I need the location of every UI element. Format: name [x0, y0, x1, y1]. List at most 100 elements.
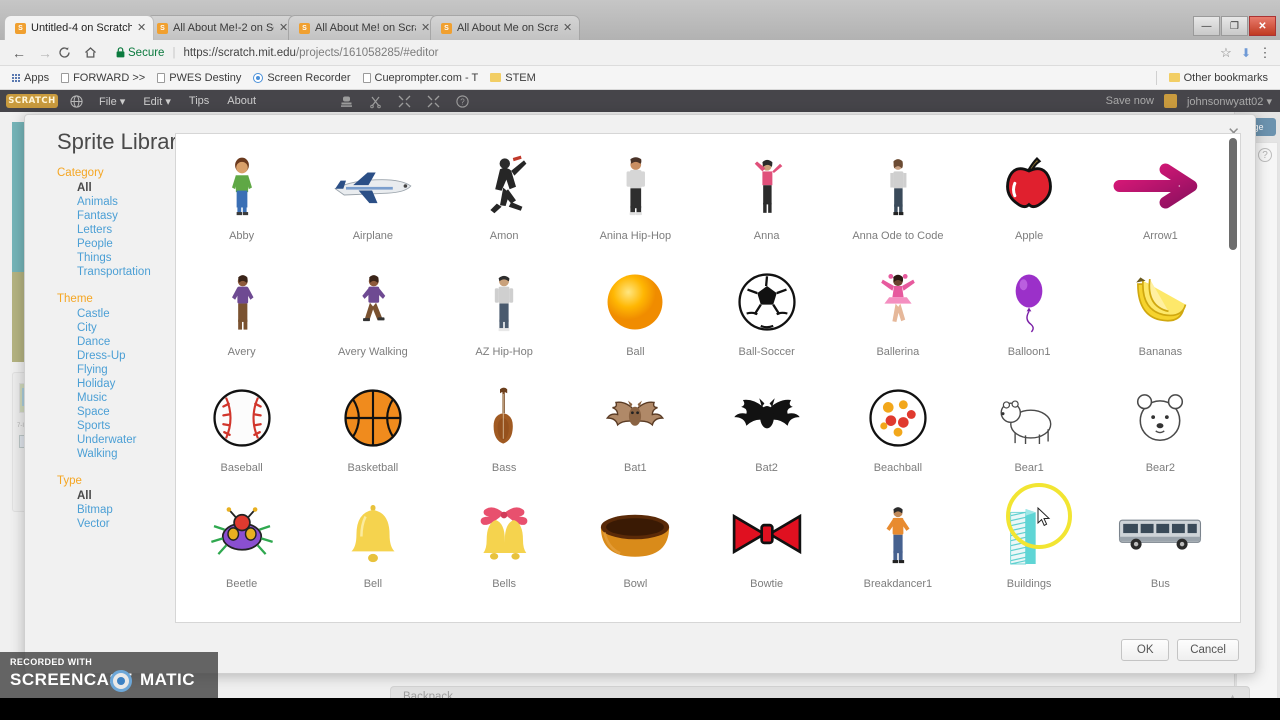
browser-tab-3[interactable]: S All About Me on Scratch ✕ — [430, 15, 580, 40]
sprite-thumbnail-avery-icon — [176, 260, 307, 344]
sprite-item-bowl[interactable]: Bowl — [570, 488, 701, 604]
sprite-item-bear2[interactable]: Bear2 — [1095, 372, 1226, 488]
minimize-icon: — — [1201, 20, 1212, 32]
ok-button[interactable]: OK — [1121, 639, 1170, 661]
sprite-item-bass[interactable]: Bass — [439, 372, 570, 488]
browser-tab-2[interactable]: SAll About Me! on Scratch✕ — [288, 15, 438, 40]
scrollbar-track[interactable] — [1228, 138, 1238, 618]
sprite-item-anna[interactable]: Anna — [701, 140, 832, 256]
bookmark-pwes-destiny[interactable]: PWES Destiny — [151, 70, 247, 86]
sprite-item[interactable] — [832, 604, 963, 622]
sprite-item-bus[interactable]: Bus — [1095, 488, 1226, 604]
back-button[interactable]: ← — [6, 45, 32, 61]
sprite-name-label: Anna Ode to Code — [852, 230, 944, 242]
bookmark-forward[interactable]: FORWARD >> — [55, 70, 151, 86]
sprite-item-anna-ode-to-code[interactable]: Anna Ode to Code — [832, 140, 963, 256]
save-now-button[interactable]: Save now — [1106, 95, 1154, 107]
menu-about[interactable]: About — [227, 95, 256, 108]
menu-file[interactable]: File ▾ — [99, 95, 125, 108]
sprite-item[interactable] — [307, 604, 438, 622]
sprite-item-az-hip-hop[interactable]: AZ Hip-Hop — [439, 256, 570, 372]
sprite-thumbnail-row5-d-icon — [570, 608, 701, 622]
tab-close-icon[interactable]: ✕ — [563, 22, 573, 34]
sprite-item-amon[interactable]: Amon — [439, 140, 570, 256]
sprite-item[interactable] — [964, 604, 1095, 622]
sprite-item-bear1[interactable]: Bear1 — [964, 372, 1095, 488]
sprite-item-bananas[interactable]: Bananas — [1095, 256, 1226, 372]
sprite-item-bat2[interactable]: Bat2 — [701, 372, 832, 488]
menu-tips[interactable]: Tips — [189, 95, 209, 108]
apps-grid-icon — [12, 73, 20, 82]
sprite-item-buildings[interactable]: Buildings — [964, 488, 1095, 604]
tab-close-icon[interactable]: ✕ — [137, 22, 147, 34]
browser-tab-0[interactable]: S Untitled-4 on Scratch ✕ — [4, 15, 154, 40]
sprite-item-ball-soccer[interactable]: Ball-Soccer — [701, 256, 832, 372]
sprite-thumbnail-row5-c-icon — [439, 608, 570, 622]
sprite-item-bell[interactable]: Bell — [307, 488, 438, 604]
reload-button[interactable] — [58, 46, 84, 59]
sprite-item-bells[interactable]: Bells — [439, 488, 570, 604]
sprite-name-label: Bus — [1150, 578, 1170, 590]
sprite-item-bat1[interactable]: Bat1 — [570, 372, 701, 488]
sprite-item[interactable] — [701, 604, 832, 622]
grow-icon[interactable] — [398, 95, 411, 108]
sprite-item-apple[interactable]: Apple — [964, 140, 1095, 256]
forward-button[interactable]: → — [32, 45, 58, 61]
sprite-item-bowtie[interactable]: Bowtie — [701, 488, 832, 604]
sprite-item-beachball[interactable]: Beachball — [832, 372, 963, 488]
bookmark-apps[interactable]: Apps — [6, 70, 55, 86]
sprite-item[interactable] — [570, 604, 701, 622]
maximize-button[interactable]: ❐ — [1221, 16, 1248, 36]
browser-tab-1[interactable]: SAll About Me!-2 on Scrat✕ — [146, 15, 296, 40]
sprite-item[interactable] — [439, 604, 570, 622]
bookmark-star-button[interactable]: ☆ — [1216, 45, 1236, 61]
sprite-thumbnail-arrow1-icon — [1095, 144, 1226, 228]
sprite-item-abby[interactable]: Abby — [176, 140, 307, 256]
sprite-thumbnail-baseball-icon — [176, 376, 307, 460]
sprite-item-balloon1[interactable]: Balloon1 — [964, 256, 1095, 372]
sprite-item-airplane[interactable]: Airplane — [307, 140, 438, 256]
sprite-item-ballerina[interactable]: Ballerina — [832, 256, 963, 372]
bookmark-stem[interactable]: STEM — [484, 70, 542, 86]
browser-menu-button[interactable]: ⋮ — [1256, 45, 1274, 61]
sprite-item-beetle[interactable]: Beetle — [176, 488, 307, 604]
star-icon: ☆ — [1220, 44, 1232, 60]
sprite-thumbnail-amon-icon — [439, 144, 570, 228]
stamp-icon[interactable] — [340, 95, 353, 108]
scratch-logo[interactable]: SCRATCH — [6, 94, 58, 108]
help-icon[interactable]: ? — [456, 94, 469, 108]
bookmark-cueprompter-com-t[interactable]: Cueprompter.com - T — [357, 70, 485, 86]
sprite-item-anina-hip-hop[interactable]: Anina Hip-Hop — [570, 140, 701, 256]
scrollbar-thumb[interactable] — [1229, 138, 1237, 250]
other-bookmarks-button[interactable]: Other bookmarks — [1163, 70, 1274, 86]
cancel-button[interactable]: Cancel — [1177, 639, 1239, 661]
sprite-item-breakdancer1[interactable]: Breakdancer1 — [832, 488, 963, 604]
home-button[interactable] — [84, 46, 110, 59]
sprite-name-label: Baseball — [220, 462, 263, 474]
sprite-item[interactable] — [176, 604, 307, 622]
sprite-thumbnail-bat1-icon — [570, 376, 701, 460]
sprite-thumbnail-avery-walking-icon — [307, 260, 438, 344]
sprite-item-baseball[interactable]: Baseball — [176, 372, 307, 488]
sprite-thumbnail-apple-icon — [964, 144, 1095, 228]
bookmark-screen-recorder[interactable]: Screen Recorder — [247, 70, 356, 86]
language-globe-icon[interactable] — [70, 94, 83, 108]
address-bar[interactable]: Secure | https://scratch.mit.edu/project… — [116, 43, 1210, 63]
menu-edit[interactable]: Edit ▾ — [143, 95, 171, 108]
shrink-icon[interactable] — [427, 95, 440, 108]
sprite-item-arrow1[interactable]: Arrow1 — [1095, 140, 1226, 256]
sprite-item-ball[interactable]: Ball — [570, 256, 701, 372]
download-button[interactable]: ⬇ — [1236, 46, 1256, 60]
username-menu[interactable]: johnsonwyatt02 ▾ — [1187, 95, 1272, 108]
sprite-name-label: Anna — [753, 230, 780, 242]
minimize-button[interactable]: — — [1193, 16, 1220, 36]
close-window-button[interactable]: ✕ — [1249, 16, 1276, 36]
sprite-item-avery-walking[interactable]: Avery Walking — [307, 256, 438, 372]
sprite-item-avery[interactable]: Avery — [176, 256, 307, 372]
bookmark-label: FORWARD >> — [73, 71, 146, 84]
home-icon — [85, 47, 96, 58]
scissors-icon[interactable] — [369, 95, 382, 108]
sprite-item-basketball[interactable]: Basketball — [307, 372, 438, 488]
sprite-item[interactable] — [1095, 604, 1226, 622]
sprite-name-label: Buildings — [1006, 578, 1052, 590]
